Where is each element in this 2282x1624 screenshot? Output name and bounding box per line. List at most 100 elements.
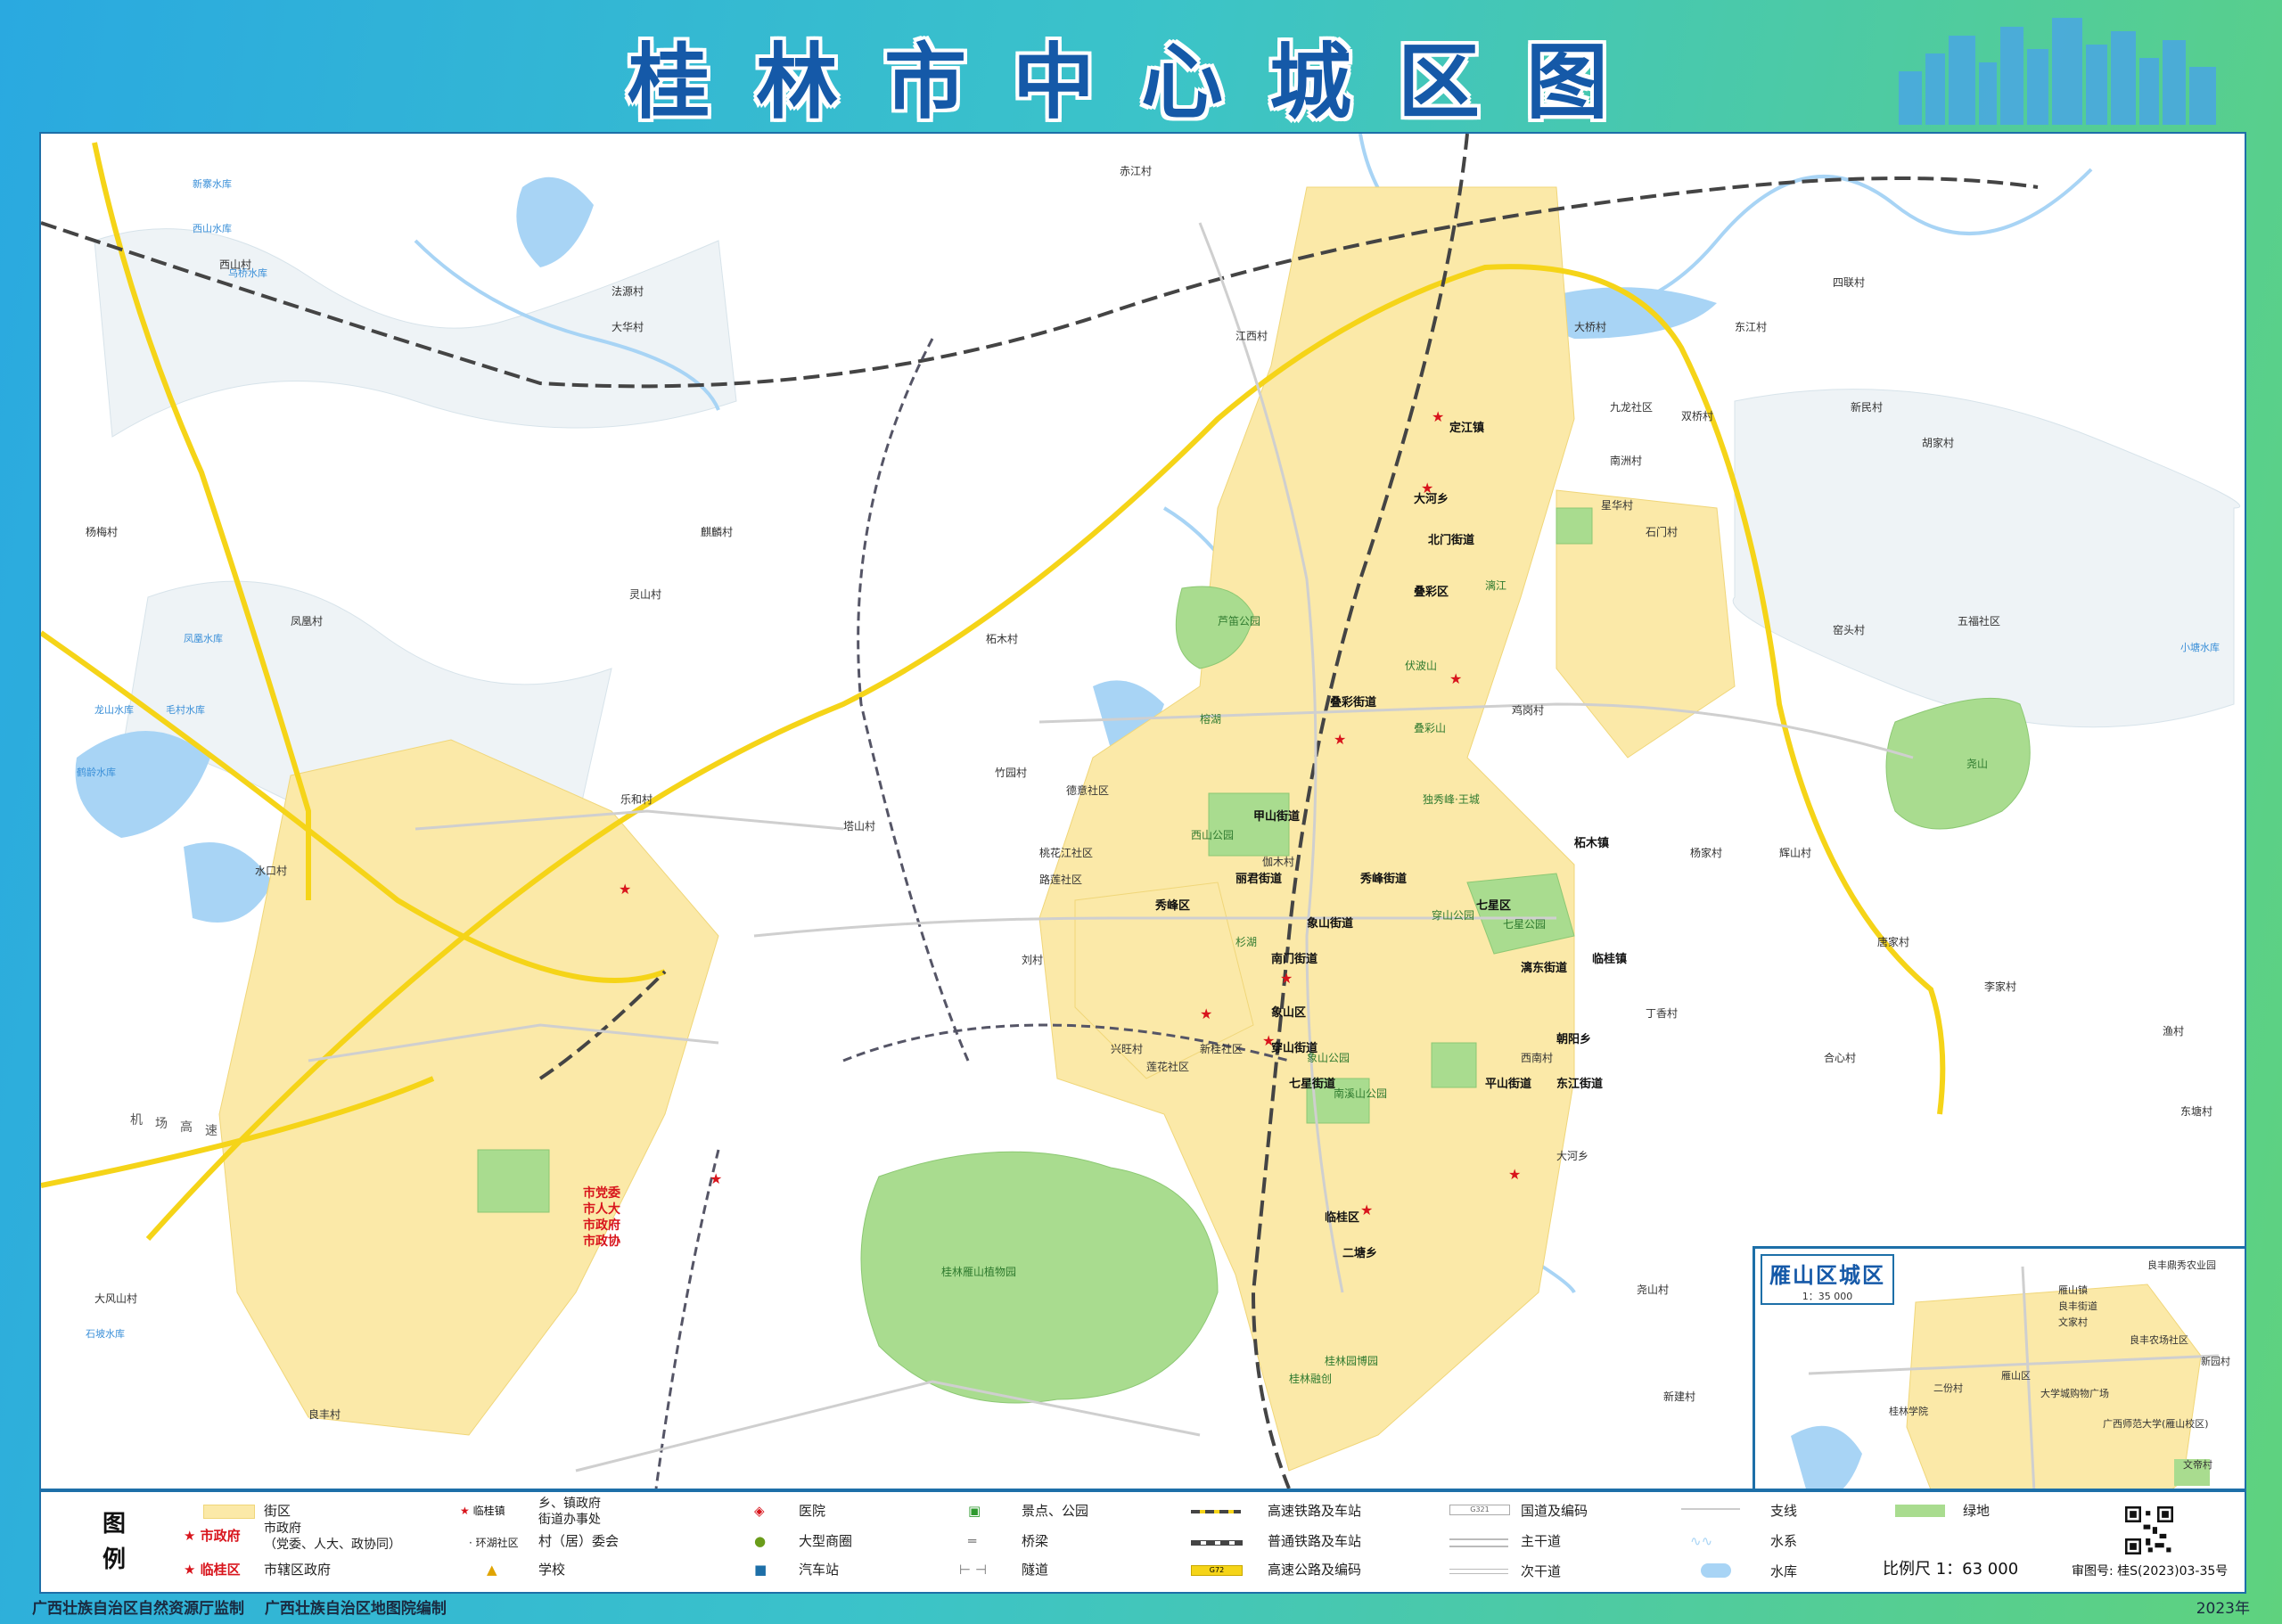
legend-national-road: 国道及编码 (1521, 1503, 1588, 1519)
mall-icon: ● (754, 1533, 767, 1549)
tunnel-icon: ⊢ ⊣ (959, 1562, 987, 1578)
street-label: 平山街道 (1485, 1078, 1532, 1091)
street-label: 漓东街道 (1521, 962, 1568, 975)
legend-bus: 汽车站 (799, 1562, 840, 1578)
street-label: 象山街道 (1307, 917, 1354, 931)
map-area[interactable]: 新寨水库 西山水库 乌桥水库 凤凰水库 毛村水库 龙山水库 鹤龄水库 石坡水库 小塘水库 西山村法… (39, 132, 2246, 1490)
branch-road-swatch (1681, 1508, 1740, 1510)
legend-district-gov: 市辖区政府 (264, 1562, 332, 1578)
legend-tunnel: 隧道 (1022, 1562, 1049, 1578)
legend-town: 乡、镇政府 街道办事处 (538, 1497, 601, 1527)
inset-title-box: 雁山区城区 1：35 000 (1761, 1254, 1894, 1305)
village-label: 塔山村 (843, 820, 876, 833)
village-label: 合心村 (1824, 1052, 1857, 1064)
legend-school: 学校 (538, 1562, 566, 1578)
park-label: 南溪山公园 (1334, 1087, 1388, 1100)
park-label: 漓江 (1485, 579, 1507, 592)
qr-code-icon[interactable] (2125, 1506, 2173, 1554)
gov-star-icon: ★ (1360, 1202, 1374, 1218)
village-label: 大桥村 (1574, 321, 1607, 333)
water-label: 凤凰水库 (184, 633, 223, 644)
legend-water: 水系 (1770, 1533, 1798, 1549)
street-label: 东江街道 (1556, 1078, 1604, 1091)
legend-secondary-road: 次干道 (1521, 1563, 1562, 1579)
village-label: 德意社区 (1066, 784, 1110, 797)
village-label: 灵山村 (629, 588, 662, 601)
village-label: 良丰村 (308, 1408, 341, 1421)
water-label: 龙山水库 (94, 704, 134, 716)
street-label: 北门街道 (1428, 534, 1475, 547)
park-label: 芦笛公园 (1218, 615, 1261, 627)
legend-hsr: 高速铁路及车站 (1268, 1503, 1362, 1519)
street-label: 南门街道 (1271, 953, 1318, 966)
park-label: 桂林融创 (1289, 1373, 1333, 1385)
street-label: 甲山街道 (1253, 810, 1301, 824)
inset-title: 雁山区城区 (1769, 1263, 1885, 1288)
village-label: 路莲社区 (1039, 874, 1083, 886)
inset-map[interactable]: 雁山区城区 1：35 000 雁山镇 良丰街道 文家村 良丰农场社区 雁山区 大学城购物广… (1753, 1246, 2245, 1489)
gov-star-icon: ★ (1508, 1166, 1522, 1183)
water-label: 毛村水库 (166, 704, 205, 716)
village-label: 丁香村 (1646, 1007, 1679, 1020)
park-label: 榕湖 (1200, 713, 1222, 726)
park-label: 象山公园 (1307, 1052, 1350, 1064)
park-label: 西山公园 (1191, 829, 1235, 841)
secondary-road-swatch (1449, 1569, 1508, 1574)
inset-label: 雁山镇 (2058, 1284, 2088, 1296)
rail-swatch (1191, 1540, 1243, 1546)
park-label: 穿山公园 (1432, 909, 1475, 922)
inset-label: 桂林学院 (1889, 1406, 1928, 1417)
hsr-swatch (1191, 1510, 1241, 1513)
street-label: 柘木镇 (1574, 837, 1610, 850)
village-label: 李家村 (1984, 980, 2017, 993)
village-label: 南洲村 (1610, 455, 1643, 467)
village-label: 四联村 (1833, 276, 1866, 289)
park-label: 七星公园 (1503, 918, 1547, 931)
gov-label: 市政协 (583, 1234, 620, 1249)
legend-bridge: 桥梁 (1022, 1533, 1049, 1549)
village-label: 莲花社区 (1146, 1061, 1190, 1073)
legend: 图例 街区 ★ 市政府 市政府 （党委、人大、政协同） ★ 临桂区 市辖区政府 … (39, 1490, 2246, 1594)
reservoir-swatch (1701, 1563, 1731, 1578)
village-label: 大河乡 (1556, 1150, 1589, 1162)
school-icon: ▲ (487, 1562, 497, 1578)
skyline-decoration (1899, 18, 2216, 125)
street-label: 朝阳乡 (1556, 1033, 1592, 1046)
gov-label: 市党委 (583, 1186, 620, 1201)
water-label: 石坡水库 (86, 1328, 125, 1340)
village-label: 新桂社区 (1200, 1043, 1244, 1055)
village-label: 水口村 (255, 865, 288, 877)
legend-expressway: 高速公路及编码 (1268, 1562, 1362, 1578)
scenic-icon: ▣ (968, 1503, 981, 1519)
legend-street: 街区 (264, 1503, 291, 1519)
village-label: 东江村 (1735, 321, 1768, 333)
legend-reservoir: 水库 (1770, 1563, 1798, 1579)
village-label: 杨家村 (1690, 847, 1723, 859)
legend-scenic: 景点、公园 (1022, 1503, 1089, 1519)
park-label: 独秀峰·王城 (1423, 793, 1480, 806)
inset-label: 文帝村 (2183, 1459, 2212, 1471)
street-label: 象山区 (1271, 1006, 1307, 1020)
legend-town-symbol: ★ 临桂镇 (460, 1505, 505, 1517)
village-label: 法源村 (612, 285, 644, 298)
street-label: 七星街道 (1289, 1078, 1336, 1091)
national-road-swatch: G321 (1449, 1505, 1510, 1515)
village-label: 竹园村 (995, 767, 1028, 779)
village-label: 九龙社区 (1610, 401, 1654, 414)
main-road-swatch (1449, 1538, 1508, 1547)
gov-star-icon: ★ (1449, 670, 1463, 687)
street-label: 七星区 (1476, 899, 1512, 913)
park-label: 桂林园博园 (1325, 1355, 1379, 1367)
inset-label: 良丰农场社区 (2130, 1334, 2188, 1346)
legend-greenland: 绿地 (1963, 1503, 1991, 1519)
street-label: 临桂区 (1325, 1211, 1360, 1225)
village-label: 渔村 (2163, 1025, 2185, 1038)
street-label: 叠彩街道 (1330, 696, 1377, 709)
village-label: 西南村 (1521, 1052, 1554, 1064)
village-label: 杨梅村 (86, 526, 119, 538)
gov-star-icon: ★ (1262, 1032, 1276, 1049)
street-label: 二塘乡 (1342, 1247, 1378, 1260)
gov-label: 市政府 (583, 1218, 620, 1233)
review-number: 审图号: 桂S(2023)03-35号 (2072, 1564, 2229, 1579)
village-label: 大风山村 (94, 1292, 138, 1305)
